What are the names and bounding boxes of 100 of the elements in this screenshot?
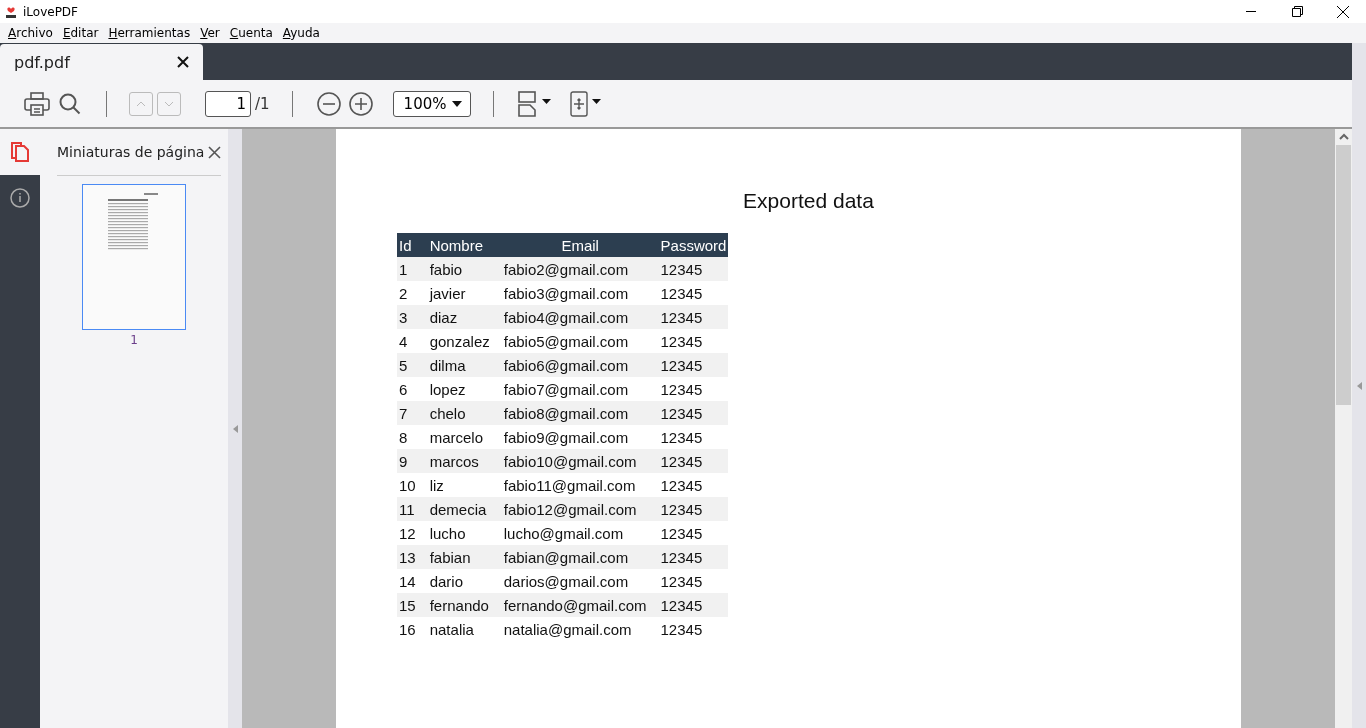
table-cell: 12345: [658, 521, 729, 545]
menu-item[interactable]: Cuenta: [224, 26, 278, 40]
table-cell: 1: [397, 257, 428, 281]
page-thumbnail[interactable]: [82, 184, 186, 330]
column-header: Id: [397, 233, 428, 257]
table-cell: lucho@gmail.com: [501, 521, 659, 545]
sidebar-title: Miniaturas de página: [57, 144, 205, 160]
table-cell: 12345: [658, 305, 729, 329]
table-cell: fabian: [427, 545, 502, 569]
page-layout-button[interactable]: [515, 88, 554, 119]
menu-item[interactable]: Archivo: [3, 26, 58, 40]
info-icon: [10, 188, 30, 208]
zoom-in-button[interactable]: [346, 89, 375, 118]
thumbnail-label: 1: [130, 333, 138, 347]
table-cell: fernando@gmail.com: [501, 593, 659, 617]
table-cell: fabio11@gmail.com: [501, 473, 659, 497]
table-cell: 4: [397, 329, 428, 353]
table-cell: 11: [397, 497, 428, 521]
table-cell: 12345: [658, 377, 729, 401]
table-cell: chelo: [427, 401, 502, 425]
page-total: /1: [255, 94, 270, 113]
table-cell: 12345: [658, 329, 729, 353]
table-cell: fabio3@gmail.com: [501, 281, 659, 305]
close-icon[interactable]: [208, 145, 221, 159]
pages-icon: [10, 141, 30, 163]
column-header: Email: [501, 233, 659, 257]
table-cell: marcos: [427, 449, 502, 473]
table-cell: 8: [397, 425, 428, 449]
app-logo: [5, 5, 17, 18]
table-cell: fabio9@gmail.com: [501, 425, 659, 449]
table-cell: 13: [397, 545, 428, 569]
print-button[interactable]: [22, 89, 52, 118]
column-header: Password: [658, 233, 729, 257]
zoom-out-button[interactable]: [314, 89, 343, 118]
table-cell: 14: [397, 569, 428, 593]
close-icon: [1337, 5, 1349, 18]
close-icon[interactable]: [177, 56, 189, 68]
table-cell: 12345: [658, 449, 729, 473]
table-cell: dilma: [427, 353, 502, 377]
table-cell: fabio7@gmail.com: [501, 377, 659, 401]
table-cell: fabio2@gmail.com: [501, 257, 659, 281]
table-cell: fabio8@gmail.com: [501, 401, 659, 425]
menu-item[interactable]: Ayuda: [277, 26, 325, 40]
table-cell: 12345: [658, 401, 729, 425]
table-cell: 12345: [658, 569, 729, 593]
table-cell: lopez: [427, 377, 502, 401]
table-cell: gonzalez: [427, 329, 502, 353]
table-cell: 12345: [658, 353, 729, 377]
table-cell: fabian@gmail.com: [501, 545, 659, 569]
table-cell: dario: [427, 569, 502, 593]
menu-item[interactable]: Ver: [195, 26, 225, 40]
table-cell: fernando: [427, 593, 502, 617]
table-cell: 12345: [658, 617, 729, 641]
zoom-dropdown[interactable]: 100%: [392, 90, 471, 117]
table-cell: javier: [427, 281, 502, 305]
column-header: Nombre: [427, 233, 502, 257]
menu-item[interactable]: Herramientas: [103, 26, 196, 40]
table-cell: 15: [397, 593, 428, 617]
table-cell: 9: [397, 449, 428, 473]
caret-icon: [451, 100, 462, 107]
restore-icon: [1291, 6, 1303, 17]
chevron-down-icon: [164, 100, 174, 107]
table-cell: 7: [397, 401, 428, 425]
window-title: iLovePDF: [23, 4, 78, 19]
chevron-up-icon: [136, 100, 146, 107]
table-cell: fabio: [427, 257, 502, 281]
table-cell: 10: [397, 473, 428, 497]
pan-tool-button[interactable]: [567, 88, 604, 119]
document-tab[interactable]: pdf.pdf: [0, 44, 203, 80]
table-cell: 16: [397, 617, 428, 641]
table-cell: 12345: [658, 281, 729, 305]
scrollbar[interactable]: [1335, 129, 1352, 728]
table-cell: darios@gmail.com: [501, 569, 659, 593]
document-title: Exported data: [743, 189, 874, 213]
table-cell: 6: [397, 377, 428, 401]
table-cell: diaz: [427, 305, 502, 329]
table-cell: 12345: [658, 497, 729, 521]
table-cell: fabio6@gmail.com: [501, 353, 659, 377]
table-cell: 3: [397, 305, 428, 329]
table-cell: fabio10@gmail.com: [501, 449, 659, 473]
table-cell: liz: [427, 473, 502, 497]
menu-item[interactable]: Editar: [57, 26, 104, 40]
table-cell: 12345: [658, 545, 729, 569]
sidebar-toggle[interactable]: [0, 129, 40, 175]
table-cell: demecia: [427, 497, 502, 521]
table-cell: 2: [397, 281, 428, 305]
table-cell: natalia@gmail.com: [501, 617, 659, 641]
table-cell: fabio5@gmail.com: [501, 329, 659, 353]
table-cell: marcelo: [427, 425, 502, 449]
table-cell: natalia: [427, 617, 502, 641]
table-cell: 5: [397, 353, 428, 377]
table-cell: 12: [397, 521, 428, 545]
table-cell: fabio12@gmail.com: [501, 497, 659, 521]
table-cell: 12345: [658, 257, 729, 281]
page-number-field[interactable]: 1: [205, 90, 251, 117]
table-cell: 12345: [658, 425, 729, 449]
table-cell: 12345: [658, 593, 729, 617]
table-cell: fabio4@gmail.com: [501, 305, 659, 329]
table-cell: 12345: [658, 473, 729, 497]
table-cell: lucho: [427, 521, 502, 545]
